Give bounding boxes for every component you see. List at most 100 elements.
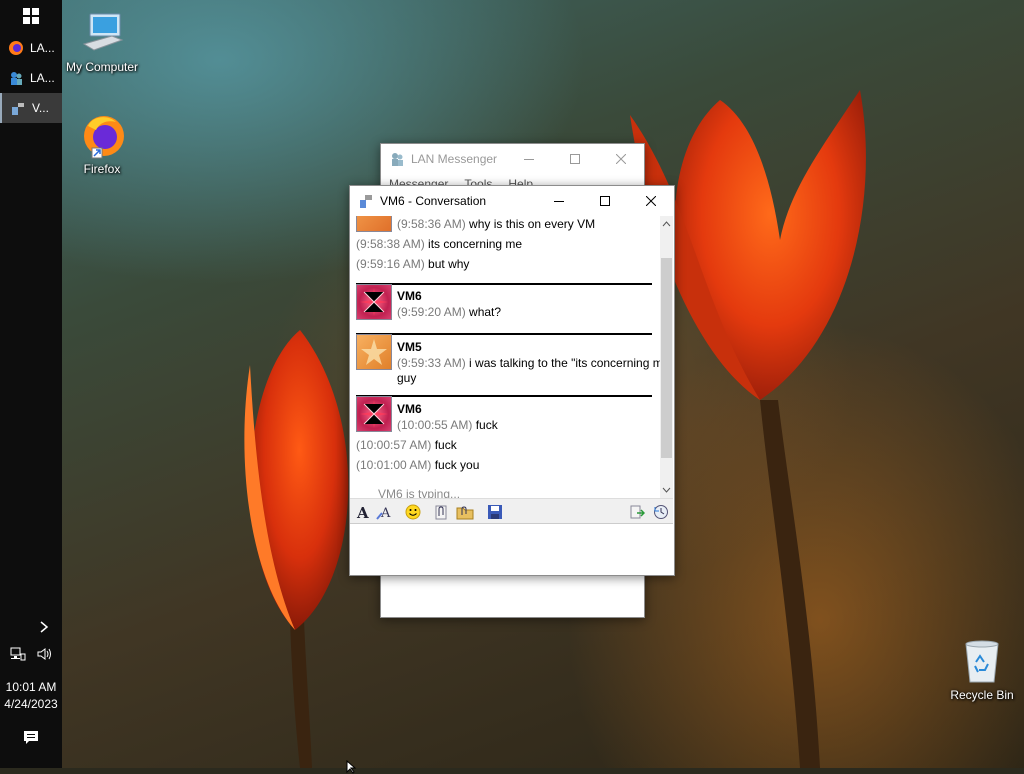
file-transfer-icon (630, 505, 645, 519)
message-timestamp: (9:59:20 AM) (397, 305, 466, 319)
font-color-button[interactable]: A (376, 503, 394, 521)
maximize-button[interactable] (582, 186, 628, 216)
send-folder-button[interactable] (456, 503, 474, 521)
message-line: (10:00:57 AM) fuck (356, 438, 457, 452)
message-separator (356, 283, 652, 285)
show-hidden-icons-button[interactable] (0, 620, 62, 637)
save-button[interactable] (486, 503, 504, 521)
desktop-icon-label: Recycle Bin (950, 688, 1014, 702)
paperclip-icon (435, 505, 447, 520)
history-button[interactable] (652, 503, 670, 521)
maximize-icon (570, 154, 580, 164)
taskbar-item-lan-messenger[interactable]: LA... (0, 63, 62, 93)
notification-icon (24, 731, 38, 744)
close-icon (616, 154, 626, 164)
volume-icon[interactable] (36, 646, 52, 662)
conversation-window[interactable]: VM6 - Conversation (9:58:36 AM) why is t… (349, 185, 675, 576)
message-text: i was talking to the "its concerning me" (469, 356, 660, 370)
clock-date: 4/24/2023 (4, 697, 58, 711)
clock[interactable]: 10:01 AM 4/24/2023 (0, 680, 62, 711)
message-line-continued: guy (397, 371, 416, 385)
taskbar-item-label: LA... (30, 41, 55, 55)
message-timestamp: (9:58:38 AM) (356, 237, 425, 251)
scroll-down-icon[interactable] (660, 484, 673, 496)
taskbar-item-label: LA... (30, 71, 55, 85)
action-center-button[interactable] (0, 730, 62, 749)
maximize-button[interactable] (552, 144, 598, 174)
minimize-icon (524, 159, 534, 160)
taskbar-item-firefox[interactable]: LA... (0, 33, 62, 63)
message-line: (10:00:55 AM) fuck (397, 418, 498, 432)
scrollbar-thumb[interactable] (661, 258, 672, 458)
message-timestamp: (10:00:55 AM) (397, 418, 473, 432)
font-color-icon: A (376, 506, 391, 520)
emoticon-button[interactable] (404, 503, 422, 521)
firefox-icon (84, 116, 124, 159)
minimize-icon (554, 201, 564, 202)
typing-status: VM6 is typing... (378, 487, 461, 498)
font-icon: A (356, 504, 369, 520)
vertical-scrollbar[interactable] (660, 216, 673, 498)
desktop-icon-my-computer[interactable]: My Computer (62, 10, 142, 74)
taskbar-item-conversation[interactable]: V... (0, 93, 62, 123)
close-button[interactable] (598, 144, 644, 174)
title-bar[interactable]: LAN Messenger (381, 144, 644, 174)
recycle-bin-icon (965, 640, 999, 683)
message-separator (356, 333, 652, 335)
lan-messenger-icon (11, 72, 22, 85)
message-line: (9:59:20 AM) what? (397, 305, 501, 319)
message-text: fuck you (434, 458, 480, 472)
taskbar: LA... LA... V... 10:01 AM 4/24/2023 (0, 0, 62, 768)
clock-time: 10:01 AM (5, 680, 57, 694)
smiley-icon (405, 504, 421, 520)
message-history[interactable]: (9:58:36 AM) why is this on every VM (9:… (350, 216, 660, 498)
message-sender: VM5 (397, 340, 422, 354)
conversation-icon (12, 103, 24, 115)
message-text: why is this on every VM (469, 217, 596, 231)
start-button[interactable] (0, 0, 62, 32)
scroll-up-icon[interactable] (660, 218, 673, 230)
folder-attach-icon (456, 506, 474, 520)
message-sender: VM6 (397, 289, 422, 303)
message-line: (9:59:33 AM) i was talking to the "its c… (397, 356, 660, 370)
message-timestamp: (9:59:16 AM) (356, 257, 425, 271)
taskbar-item-label: V... (32, 101, 49, 115)
starfish-avatar-icon (361, 339, 387, 365)
transfer-button[interactable] (628, 503, 646, 521)
message-separator (356, 395, 652, 397)
close-button[interactable] (628, 186, 674, 216)
mouse-cursor-icon (346, 760, 356, 774)
message-line: (9:58:36 AM) why is this on every VM (397, 217, 595, 231)
avatar-vm6 (356, 396, 392, 432)
message-text: fuck (475, 418, 498, 432)
message-text: its concerning me (428, 237, 523, 251)
window-title: VM6 - Conversation (380, 194, 487, 208)
desktop-icon-firefox[interactable]: Firefox (62, 112, 142, 176)
conversation-icon (360, 195, 372, 208)
message-text: guy (397, 371, 417, 385)
message-line: (9:59:16 AM) but why (356, 257, 469, 271)
message-input[interactable] (350, 524, 673, 574)
message-line: (9:58:38 AM) its concerning me (356, 237, 522, 251)
message-text: what? (469, 305, 502, 319)
message-timestamp: (9:58:36 AM) (397, 217, 466, 231)
avatar-vm5 (356, 334, 392, 370)
conversation-body: (9:58:36 AM) why is this on every VM (9:… (350, 216, 673, 498)
minimize-button[interactable] (506, 144, 552, 174)
window-title: LAN Messenger (411, 152, 498, 166)
message-line: (10:01:00 AM) fuck you (356, 458, 479, 472)
send-file-button[interactable] (432, 503, 450, 521)
title-bar[interactable]: VM6 - Conversation (350, 186, 674, 216)
message-timestamp: (10:01:00 AM) (356, 458, 432, 472)
avatar-vm6 (356, 284, 392, 320)
font-button[interactable]: A (354, 503, 372, 521)
computer-icon (82, 13, 124, 51)
message-toolbar: A A (350, 498, 673, 524)
history-icon (654, 505, 668, 519)
network-icon[interactable] (10, 646, 26, 662)
desktop-icon-recycle-bin[interactable]: Recycle Bin (942, 638, 1022, 702)
maximize-icon (600, 196, 610, 206)
minimize-button[interactable] (536, 186, 582, 216)
desktop-icon-label: My Computer (65, 60, 139, 74)
firefox-icon (9, 41, 23, 55)
